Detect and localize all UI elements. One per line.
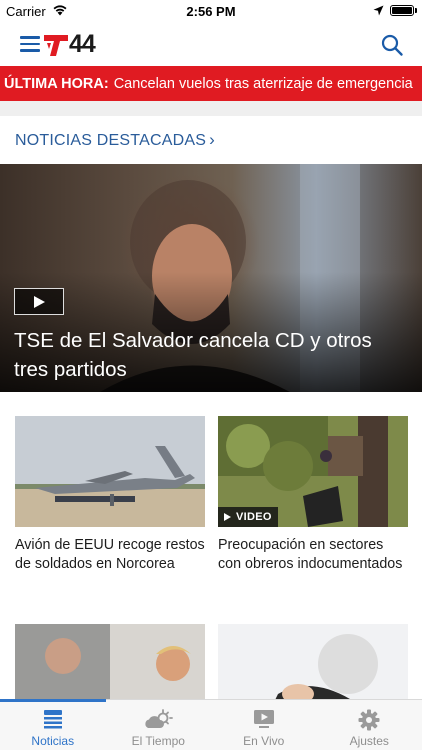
- battery-icon: [390, 5, 414, 16]
- play-icon: [34, 295, 45, 308]
- live-tv-icon: [253, 710, 274, 728]
- settings-gear-icon: [358, 709, 380, 731]
- story-title: Preocupación en sectores con obreros ind…: [218, 537, 403, 572]
- chevron-right-icon: ›: [209, 130, 215, 149]
- hamburger-menu-icon[interactable]: [20, 35, 40, 53]
- breaking-news-banner[interactable]: ÚLTIMA HORA: Cancelan vuelos tras aterri…: [0, 66, 422, 101]
- featured-news-header[interactable]: NOTICIAS DESTACADAS ›: [15, 130, 215, 150]
- hero-story[interactable]: TSE de El Salvador cancela CD y otros tr…: [0, 164, 422, 392]
- news-feed[interactable]: NOTICIAS DESTACADAS › TSE de El Salvador …: [0, 116, 422, 699]
- tab-label: Ajustes: [349, 734, 389, 748]
- story-card[interactable]: Avión de EEUU recoge restos de soldados …: [15, 416, 205, 574]
- logo-channel-number: 44: [69, 30, 96, 58]
- tab-ajustes[interactable]: Ajustes: [317, 700, 422, 750]
- telemundo-44-logo[interactable]: 44: [44, 30, 96, 58]
- airplane-photo: [15, 416, 205, 527]
- video-badge: VIDEO: [218, 507, 278, 527]
- weather-icon: [145, 709, 174, 728]
- play-triangle-icon: [224, 513, 231, 521]
- story-card[interactable]: [15, 624, 205, 699]
- hero-headline: TSE de El Salvador cancela CD y otros tr…: [14, 329, 372, 381]
- story-thumbnail: [218, 624, 408, 699]
- tab-label: En Vivo: [243, 734, 285, 748]
- breaking-news-text: Cancelan vuelos tras aterrizaje de emerg…: [113, 75, 413, 92]
- search-icon[interactable]: [380, 33, 404, 57]
- story-thumbnail: [15, 416, 205, 527]
- status-bar: Carrier 2:56 PM: [0, 0, 422, 22]
- video-badge-label: VIDEO: [236, 511, 272, 523]
- clock: 2:56 PM: [186, 4, 236, 19]
- play-button[interactable]: [14, 288, 64, 315]
- tab-bar: Noticias El Tiempo En Vivo Ajustes: [0, 699, 422, 750]
- tab-en-vivo[interactable]: En Vivo: [211, 700, 317, 750]
- app-header: 44: [0, 22, 422, 66]
- tab-label: Noticias: [31, 734, 75, 748]
- location-arrow-icon: [373, 5, 384, 16]
- story-title: Avión de EEUU recoge restos de soldados …: [15, 537, 205, 572]
- story-card[interactable]: VIDEO Preocupación en sectores con obrer…: [218, 416, 408, 574]
- featured-news-title: NOTICIAS DESTACADAS: [15, 132, 207, 149]
- tab-el-tiempo[interactable]: El Tiempo: [106, 700, 212, 750]
- story-card[interactable]: [218, 624, 408, 699]
- story-thumbnail: [15, 624, 205, 699]
- breaking-news-tag: ÚLTIMA HORA:: [4, 75, 109, 92]
- tab-noticias[interactable]: Noticias: [0, 700, 106, 750]
- telemundo-t-logo-icon: [44, 35, 68, 56]
- story-thumbnail: VIDEO: [218, 416, 408, 527]
- person-photo: [218, 624, 408, 699]
- tab-label: El Tiempo: [131, 734, 185, 748]
- news-icon: [43, 710, 62, 729]
- politicians-photo: [15, 624, 205, 699]
- battery-tip: [415, 8, 417, 13]
